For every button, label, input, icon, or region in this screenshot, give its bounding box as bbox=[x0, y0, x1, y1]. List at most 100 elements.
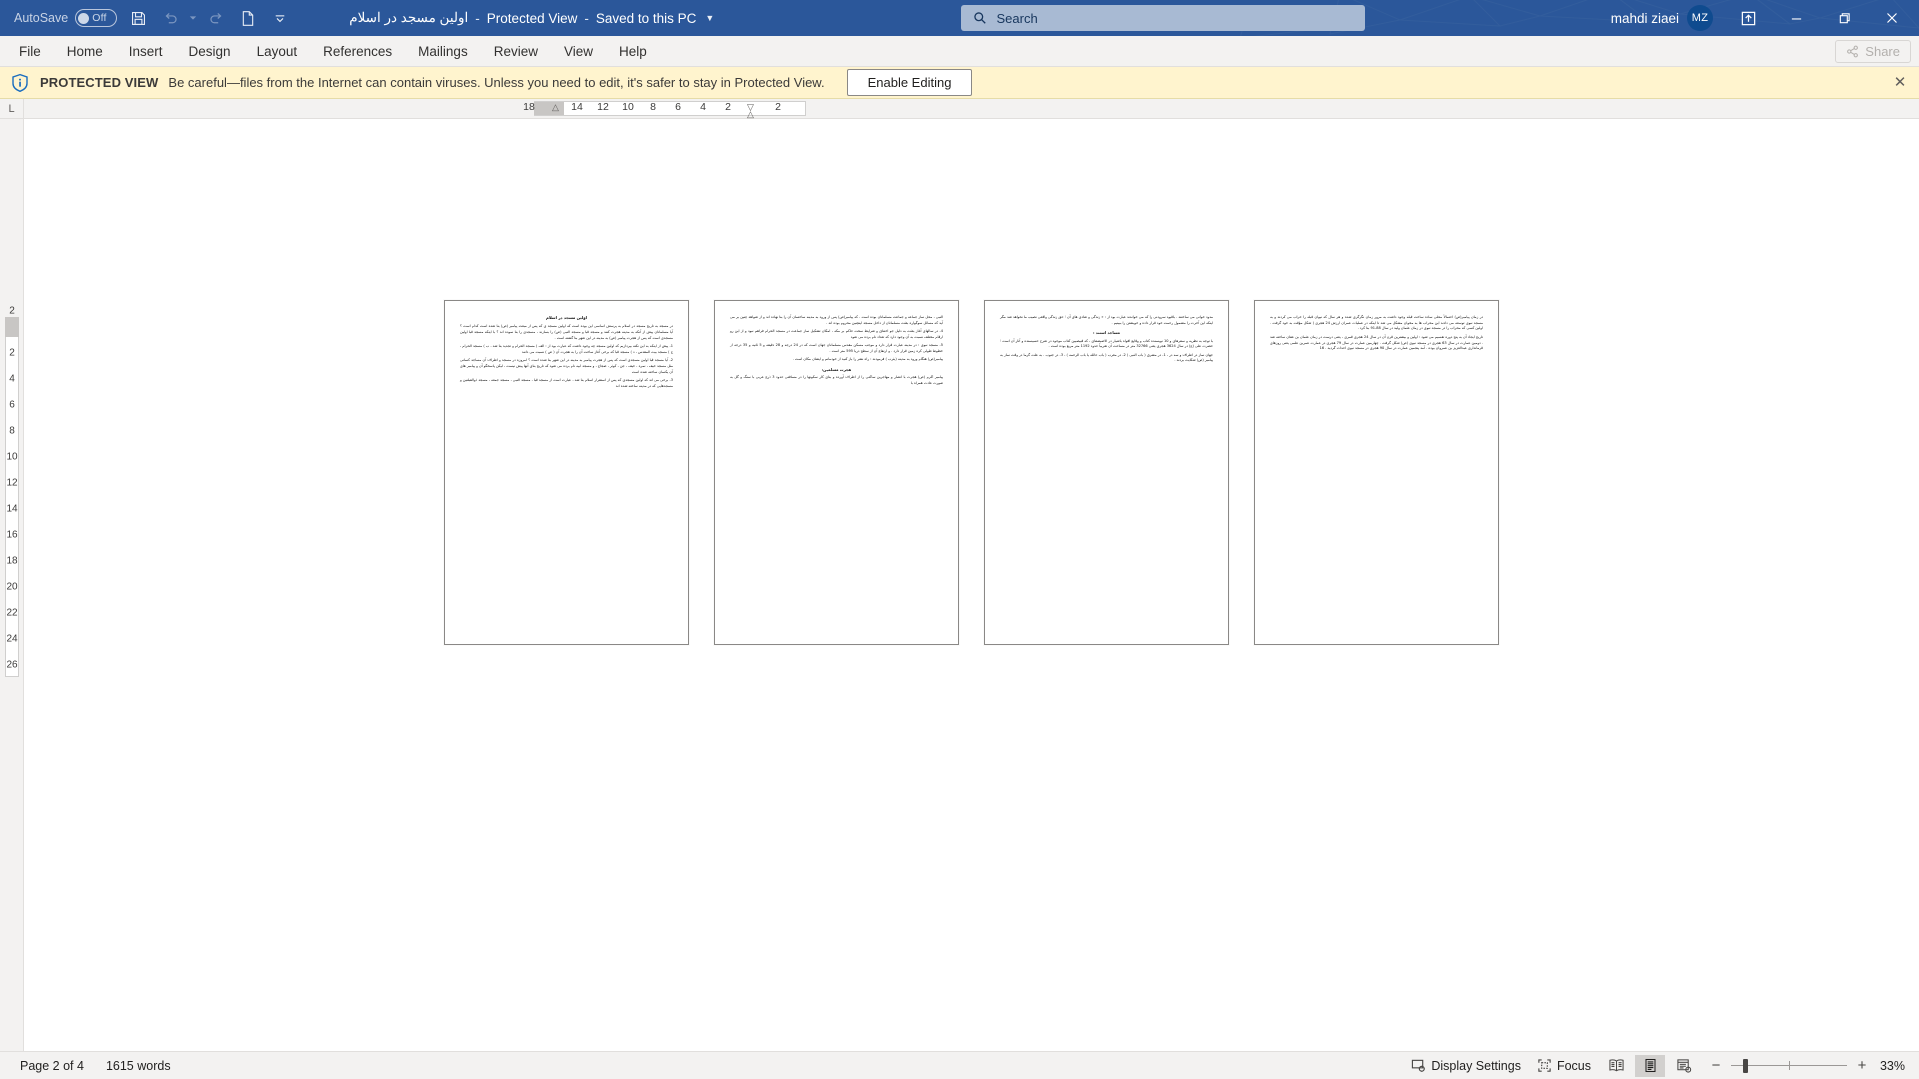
tab-mailings[interactable]: Mailings bbox=[405, 36, 481, 66]
document-page-2[interactable]: النبی ، محل نماز جماعه و جماعت مسلمانان … bbox=[714, 300, 959, 645]
page-3-para-1: با توجه به نظریه و سفرهای و 10 نویسنده ک… bbox=[1000, 338, 1213, 349]
page-2-subtitle: هجرت مسلمین: bbox=[821, 366, 852, 372]
page-4-content: در زمان پیامبر(ص) احتمالاً محلی ساده ساخ… bbox=[1266, 313, 1487, 632]
tab-view[interactable]: View bbox=[551, 36, 606, 66]
ruler-number-18: 18 bbox=[523, 101, 535, 113]
undo-icon[interactable] bbox=[155, 4, 185, 32]
redo-icon[interactable] bbox=[201, 4, 231, 32]
vruler-number-8: 8 bbox=[9, 425, 15, 437]
minimize-button[interactable] bbox=[1773, 0, 1819, 36]
ribbon-tabs: File Home Insert Design Layout Reference… bbox=[0, 36, 660, 66]
ruler-number-14: 14 bbox=[571, 101, 583, 113]
read-mode-button[interactable] bbox=[1601, 1055, 1631, 1077]
page-3-subtitle: مساجد استند : bbox=[1092, 330, 1121, 336]
horizontal-ruler[interactable]: 18 △ 14 12 10 8 6 4 2 ▽ 2 △ bbox=[24, 99, 1919, 119]
tab-help[interactable]: Help bbox=[606, 36, 660, 66]
vertical-ruler[interactable]: 2 2 4 6 8 10 12 14 16 18 20 22 24 26 bbox=[0, 119, 24, 1051]
tab-design[interactable]: Design bbox=[176, 36, 244, 66]
read-mode-icon bbox=[1608, 1059, 1624, 1072]
page-1-body: در مسجد به تاریخ مسجد در اسلام به پرسش ا… bbox=[460, 324, 673, 340]
ruler-number-10: 10 bbox=[622, 101, 634, 113]
undo-dropdown-icon[interactable] bbox=[187, 4, 199, 32]
page-status[interactable]: Page 2 of 4 bbox=[20, 1059, 84, 1073]
tab-file[interactable]: File bbox=[6, 36, 54, 66]
tab-stop-selector[interactable]: L bbox=[0, 99, 24, 118]
vruler-number-20: 20 bbox=[6, 581, 18, 593]
zoom-slider[interactable] bbox=[1731, 1058, 1847, 1074]
main-area: 2 2 4 6 8 10 12 14 16 18 20 22 24 26 اول… bbox=[0, 119, 1919, 1051]
ruler-number-12: 12 bbox=[597, 101, 609, 113]
chevron-down-icon[interactable] bbox=[265, 4, 295, 32]
zoom-out-button[interactable]: − bbox=[1709, 1057, 1723, 1074]
saved-location-label[interactable]: Saved to this PC bbox=[596, 11, 697, 26]
word-count[interactable]: 1615 words bbox=[106, 1059, 171, 1073]
enable-editing-button[interactable]: Enable Editing bbox=[846, 69, 973, 96]
vruler-number-24: 24 bbox=[6, 633, 18, 645]
share-button[interactable]: Share bbox=[1835, 39, 1911, 63]
search-placeholder: Search bbox=[996, 10, 1038, 26]
protected-view-message: Be careful—files from the Internet can c… bbox=[168, 75, 825, 90]
document-page-1[interactable]: اولین مسجد در اسلام در مسجد به تاریخ مسج… bbox=[444, 300, 689, 645]
ruler-number-6: 6 bbox=[675, 101, 681, 113]
quick-access-toolbar: AutoSave Off bbox=[0, 4, 295, 32]
vruler-number-12: 12 bbox=[6, 477, 18, 489]
autosave-switch[interactable]: Off bbox=[75, 9, 118, 27]
ribbon-display-options-icon[interactable] bbox=[1725, 0, 1771, 36]
page-2-para-2: 5- مسجد نبوی : در مدینه عبارت قرار دارد … bbox=[730, 343, 944, 353]
tab-layout[interactable]: Layout bbox=[244, 36, 311, 66]
ruler-number-2b: 2 bbox=[775, 101, 781, 113]
restore-button[interactable] bbox=[1821, 0, 1867, 36]
vruler-number-16: 16 bbox=[6, 529, 18, 541]
vruler-number-18: 18 bbox=[6, 555, 18, 567]
tab-review[interactable]: Review bbox=[481, 36, 551, 66]
shield-info-icon bbox=[12, 73, 28, 92]
vruler-number-10: 10 bbox=[6, 451, 18, 463]
document-title-group: اولین مسجد در اسلام - Protected View - S… bbox=[349, 10, 714, 26]
share-icon bbox=[1847, 45, 1859, 57]
zoom-level[interactable]: 33% bbox=[1877, 1059, 1911, 1073]
vruler-number-2top: 2 bbox=[9, 305, 15, 317]
horizontal-ruler-row: L 18 △ 14 12 10 8 6 4 2 ▽ 2 △ bbox=[0, 99, 1919, 119]
protected-view-bar: PROTECTED VIEW Be careful—files from the… bbox=[0, 67, 1919, 99]
display-settings-button[interactable]: Display Settings bbox=[1405, 1055, 1527, 1076]
search-input[interactable]: Search bbox=[960, 5, 1365, 31]
user-name[interactable]: mahdi ziaei bbox=[1611, 11, 1679, 26]
document-icon[interactable] bbox=[233, 4, 263, 32]
autosave-toggle[interactable]: AutoSave Off bbox=[10, 7, 121, 29]
ruler-number-8: 8 bbox=[650, 101, 656, 113]
ruler-margin-area bbox=[534, 102, 564, 115]
document-page-4[interactable]: در زمان پیامبر(ص) احتمالاً محلی ساده ساخ… bbox=[1254, 300, 1499, 645]
tab-references[interactable]: References bbox=[310, 36, 405, 66]
page-1-para-1: 1- پیش از اینکه به این نکته بپردازیم که … bbox=[460, 344, 673, 354]
zoom-in-button[interactable]: + bbox=[1855, 1057, 1869, 1074]
chevron-down-icon[interactable]: ▼ bbox=[705, 13, 714, 23]
close-button[interactable] bbox=[1869, 0, 1915, 36]
avatar[interactable]: MZ bbox=[1687, 5, 1713, 31]
protected-view-badge: PROTECTED VIEW bbox=[40, 75, 159, 90]
focus-button[interactable]: Focus bbox=[1531, 1055, 1597, 1076]
web-layout-button[interactable] bbox=[1669, 1055, 1699, 1077]
print-layout-button[interactable] bbox=[1635, 1054, 1665, 1077]
indent-marker-icon[interactable]: △ bbox=[552, 102, 559, 113]
zoom-slider-thumb[interactable] bbox=[1743, 1058, 1748, 1073]
zoom-slider-tick bbox=[1789, 1060, 1790, 1070]
tab-insert[interactable]: Insert bbox=[116, 36, 176, 66]
close-icon[interactable]: ✕ bbox=[1891, 74, 1909, 92]
share-label: Share bbox=[1865, 43, 1900, 59]
document-page-3[interactable]: مدود خوانی می ساختند . باقیود سرودنی را … bbox=[984, 300, 1229, 645]
document-canvas[interactable]: اولین مسجد در اسلام در مسجد به تاریخ مسج… bbox=[24, 119, 1919, 1051]
focus-icon bbox=[1538, 1059, 1551, 1072]
page-3-body: مدود خوانی می ساختند . باقیود سرودنی را … bbox=[1000, 315, 1213, 325]
tab-home[interactable]: Home bbox=[54, 36, 116, 66]
vertical-ruler-top-margin bbox=[5, 317, 19, 337]
search-container: Search bbox=[714, 5, 1610, 31]
save-icon[interactable] bbox=[123, 4, 153, 32]
ribbon-right-group: Share bbox=[1835, 36, 1919, 66]
focus-label: Focus bbox=[1556, 1058, 1591, 1073]
display-settings-label: Display Settings bbox=[1431, 1058, 1521, 1073]
web-layout-icon bbox=[1677, 1059, 1692, 1073]
ruler-number-4: 4 bbox=[700, 101, 706, 113]
ruler-number-2a: 2 bbox=[725, 101, 731, 113]
ribbon-tab-bar: File Home Insert Design Layout Reference… bbox=[0, 36, 1919, 67]
autosave-state: Off bbox=[92, 12, 107, 24]
